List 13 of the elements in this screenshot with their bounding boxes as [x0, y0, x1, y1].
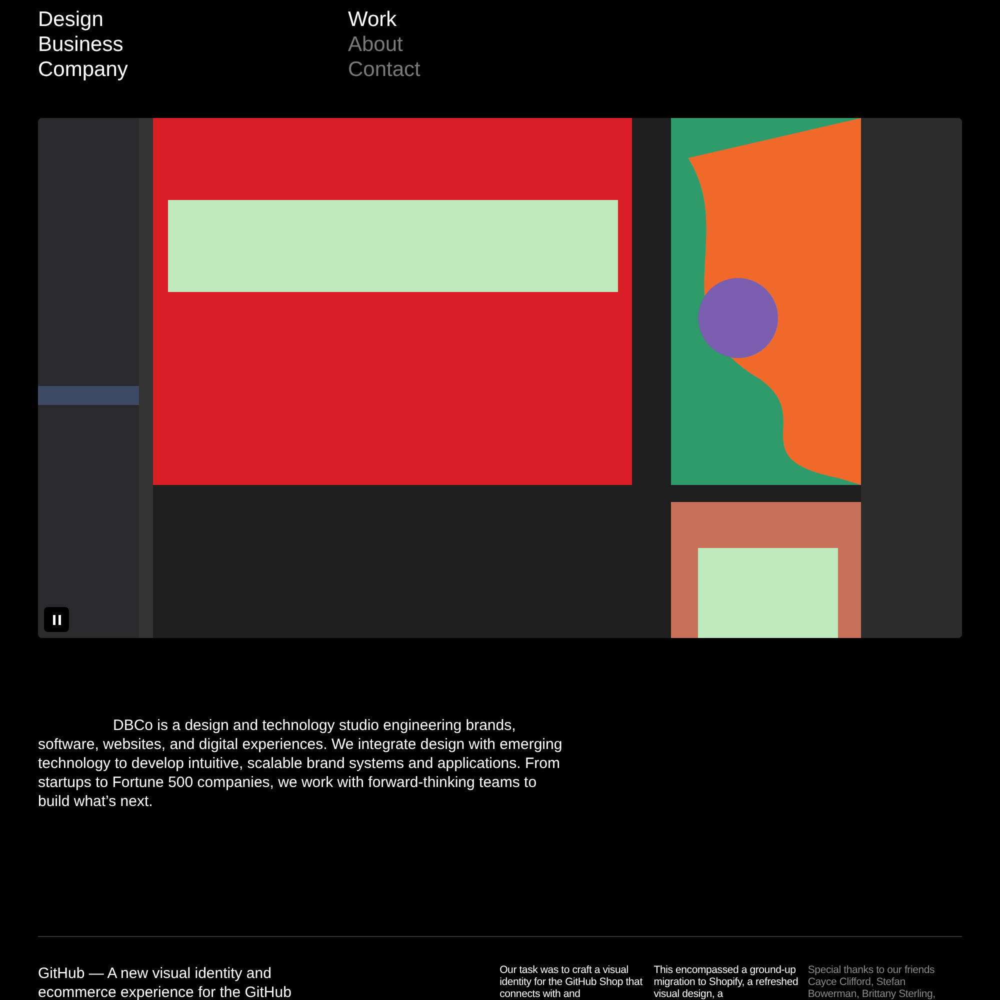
project-text: Our task was to craft a visual identity for the GitHub Shop that connects with and: [500, 964, 644, 1000]
nav-link[interactable]: About: [348, 32, 403, 57]
pause-icon: [52, 614, 60, 624]
project-text: This encompassed a ground-up migration to Shopify, a refreshed visual design, a: [654, 964, 800, 1000]
pause-button[interactable]: [44, 607, 69, 632]
logo-text[interactable]: Design: [38, 7, 104, 32]
project-title: GitHub — A new visual identity and ecommerce experience for the GitHub: [38, 964, 292, 1000]
nav-link[interactable]: Contact: [348, 57, 420, 82]
project-text: Special thanks to our friends Cayce Clifford, Stefan Bowerman, Brittany Sterling,: [808, 964, 936, 1000]
intro-paragraph: DBCo is a design and technology studio engineering brands, software, websites, and digital experiences. We integrate design with emerging technology to develop intuitive, scalable brand systems and applications. From startups to Fortune 500 companies, we work with forward-thinking teams to build what’s next.: [38, 716, 563, 811]
logo-text[interactable]: Business: [38, 32, 124, 57]
logo-text[interactable]: Company: [38, 57, 128, 82]
nav-link[interactable]: Work: [348, 7, 397, 32]
